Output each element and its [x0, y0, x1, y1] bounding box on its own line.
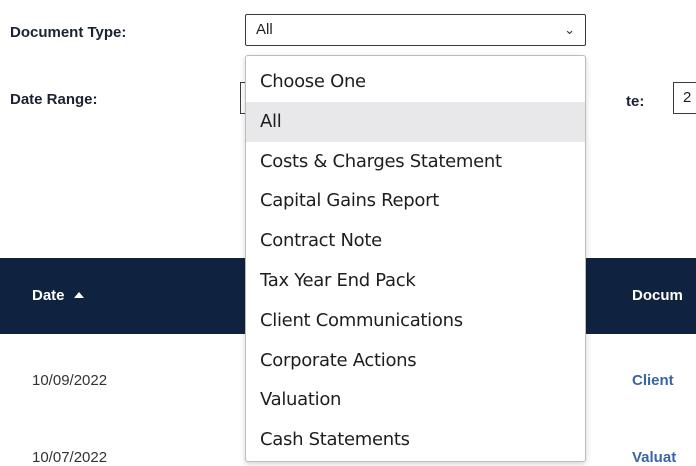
document-type-label: Document Type: — [10, 24, 127, 41]
date-column-header[interactable]: Date — [32, 258, 84, 334]
option-client-communications[interactable]: Client Communications — [246, 301, 585, 341]
date-column-label: Date — [32, 287, 65, 304]
document-type-dropdown-list: Choose One All Costs & Charges Statement… — [245, 55, 586, 462]
option-capital-gains-report[interactable]: Capital Gains Report — [246, 181, 585, 221]
row-1-date: 10/09/2022 — [32, 372, 108, 389]
row-1-document-link[interactable]: Client — [632, 372, 674, 389]
option-costs-charges-statement[interactable]: Costs & Charges Statement — [246, 142, 585, 182]
to-date-label: te: — [626, 93, 645, 110]
chevron-down-icon: ⌄ — [564, 22, 575, 37]
document-column-label: Docum — [632, 287, 683, 304]
option-choose-one[interactable]: Choose One — [246, 62, 585, 102]
to-date-value: 2 — [683, 89, 692, 106]
option-tax-year-end-pack[interactable]: Tax Year End Pack — [246, 261, 585, 301]
sort-ascending-icon — [73, 292, 84, 298]
document-type-select[interactable]: All ⌄ — [245, 14, 586, 46]
date-range-label: Date Range: — [10, 91, 98, 108]
option-contract-note[interactable]: Contract Note — [246, 221, 585, 261]
option-cash-statements[interactable]: Cash Statements — [246, 420, 585, 460]
option-all[interactable]: All — [246, 101, 585, 142]
option-corporate-actions[interactable]: Corporate Actions — [246, 341, 585, 381]
to-date-field[interactable]: 2 — [673, 82, 696, 114]
option-valuation[interactable]: Valuation — [246, 380, 585, 420]
row-2-document-link[interactable]: Valuat — [632, 449, 676, 466]
document-type-value: All — [256, 21, 273, 38]
row-2-date: 10/07/2022 — [32, 449, 108, 466]
document-column-header[interactable]: Docum — [632, 258, 683, 334]
